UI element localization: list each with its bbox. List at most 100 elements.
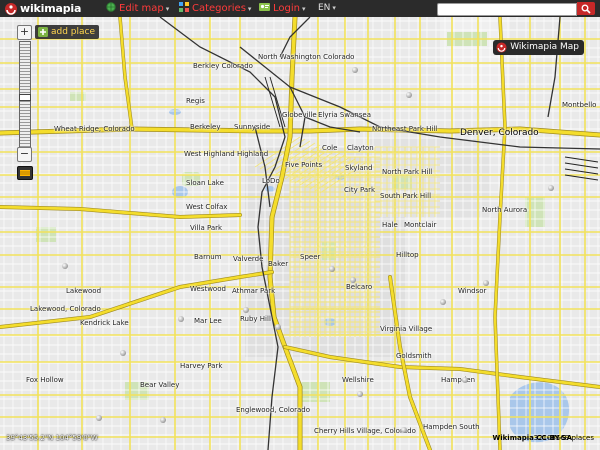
label-englewood[interactable]: Englewood, Colorado <box>236 406 310 414</box>
map-layer-toggle[interactable] <box>17 166 33 180</box>
label-north-aurora[interactable]: North Aurora <box>482 206 527 214</box>
label-valverde[interactable]: Valverde <box>233 255 263 263</box>
label-kendrick-lake[interactable]: Kendrick Lake <box>80 319 129 327</box>
label-westwood[interactable]: Westwood <box>190 285 226 293</box>
label-wheat-ridge[interactable]: Wheat Ridge, Colorado <box>54 125 135 133</box>
add-place-button[interactable]: add place <box>35 25 100 39</box>
label-clayton[interactable]: Clayton <box>347 144 374 152</box>
categories-label: Categories <box>192 3 246 14</box>
zoom-slider-handle[interactable] <box>19 94 31 101</box>
user-icon <box>259 3 270 11</box>
place-marker[interactable] <box>440 299 446 305</box>
label-hilltop[interactable]: Hilltop <box>396 251 419 259</box>
place-marker[interactable] <box>406 92 412 98</box>
logo-text: wikimapia <box>20 2 82 15</box>
map-tiles <box>0 17 600 450</box>
place-marker[interactable] <box>462 377 468 383</box>
place-marker[interactable] <box>352 67 358 73</box>
label-athmar-park[interactable]: Athmar Park <box>232 287 275 295</box>
map-canvas[interactable]: North Washington Colorado Berkley Colorad… <box>0 17 600 450</box>
categories-icon <box>179 2 189 12</box>
label-sunnyside[interactable]: Sunnyside <box>234 123 270 131</box>
label-barnum[interactable]: Barnum <box>194 253 222 261</box>
label-speer[interactable]: Speer <box>300 253 320 261</box>
label-west-highland[interactable]: West Highland <box>184 150 235 158</box>
search-button[interactable] <box>577 2 595 15</box>
place-marker[interactable] <box>275 324 281 330</box>
place-marker[interactable] <box>96 415 102 421</box>
label-cole[interactable]: Cole <box>322 144 337 152</box>
zoom-out-button[interactable]: − <box>17 147 32 162</box>
map-type-label: Wikimapia Map <box>510 42 579 52</box>
language-menu[interactable]: EN ▾ <box>318 0 336 17</box>
edit-map-menu[interactable]: Edit map ▾ <box>106 0 169 17</box>
label-skyland[interactable]: Skyland <box>345 164 373 172</box>
place-marker[interactable] <box>243 307 249 313</box>
label-south-park-hill[interactable]: South Park Hill <box>380 192 431 200</box>
zoom-in-button[interactable]: + <box>17 25 32 40</box>
label-villa-park[interactable]: Villa Park <box>190 224 222 232</box>
label-bear-valley[interactable]: Bear Valley <box>140 381 179 389</box>
place-marker[interactable] <box>329 266 335 272</box>
label-mar-lee[interactable]: Mar Lee <box>194 317 222 325</box>
label-west-colfax[interactable]: West Colfax <box>186 203 227 211</box>
label-northeast-park-hill[interactable]: Northeast Park Hill <box>372 125 437 133</box>
label-wellshire[interactable]: Wellshire <box>342 376 374 384</box>
label-regis[interactable]: Regis <box>186 97 205 105</box>
label-hale[interactable]: Hale <box>382 221 398 229</box>
place-marker[interactable] <box>548 185 554 191</box>
place-marker[interactable] <box>160 417 166 423</box>
label-city-park[interactable]: City Park <box>344 186 375 194</box>
search-icon <box>581 4 591 14</box>
place-marker[interactable] <box>120 350 126 356</box>
place-marker[interactable] <box>178 316 184 322</box>
place-marker[interactable] <box>483 280 489 286</box>
zoom-slider[interactable] <box>19 41 31 157</box>
label-north-park-hill[interactable]: North Park Hill <box>382 168 432 176</box>
label-montclair[interactable]: Montclair <box>404 221 436 229</box>
place-marker[interactable] <box>401 427 407 433</box>
wikimapia-icon <box>496 42 507 53</box>
label-windsor[interactable]: Windsor <box>458 287 486 295</box>
label-elyria-swansea[interactable]: Elyria Swansea <box>318 111 371 119</box>
label-baker[interactable]: Baker <box>268 260 288 268</box>
label-highland[interactable]: Highland <box>237 150 268 158</box>
label-lakewood[interactable]: Lakewood <box>66 287 101 295</box>
label-berkley-colorado[interactable]: Berkley Colorado <box>193 62 253 70</box>
add-place-icon <box>38 27 48 37</box>
label-belcaro[interactable]: Belcaro <box>346 283 372 291</box>
label-goldsmith[interactable]: Goldsmith <box>396 352 432 360</box>
map-type-button[interactable]: Wikimapia Map <box>493 40 584 55</box>
label-ruby-hill[interactable]: Ruby Hill <box>240 315 271 323</box>
add-place-label: add place <box>51 27 96 37</box>
label-berkeley[interactable]: Berkeley <box>190 123 221 131</box>
label-hampden[interactable]: Hampden <box>441 376 475 384</box>
chevron-down-icon: ▾ <box>247 5 252 13</box>
chevron-down-icon: ▾ <box>301 5 306 13</box>
login-menu[interactable]: Login ▾ <box>259 0 306 17</box>
place-marker[interactable] <box>62 263 68 269</box>
place-marker[interactable] <box>357 391 363 397</box>
label-north-washington[interactable]: North Washington Colorado <box>258 53 354 61</box>
label-denver[interactable]: Denver, Colorado <box>460 128 539 138</box>
label-globeville[interactable]: Globeville <box>282 111 317 119</box>
label-virginia-village[interactable]: Virginia Village <box>380 325 432 333</box>
label-fox-hollow[interactable]: Fox Hollow <box>26 376 64 384</box>
label-sloan-lake[interactable]: Sloan Lake <box>186 179 224 187</box>
label-harvey-park[interactable]: Harvey Park <box>180 362 222 370</box>
search-input[interactable] <box>437 3 577 16</box>
place-marker[interactable] <box>350 277 356 283</box>
layers-icon <box>20 170 30 176</box>
label-five-points[interactable]: Five Points <box>285 161 322 169</box>
cursor-coordinates: 39°43'55.2"N 104°59'0"W <box>6 434 98 442</box>
label-lodo[interactable]: LoDo <box>262 177 280 185</box>
label-lakewood-colorado[interactable]: Lakewood, Colorado <box>30 305 101 313</box>
label-hampden-south[interactable]: Hampden South <box>423 423 480 431</box>
label-montbello[interactable]: Montbello <box>562 101 596 109</box>
wikimapia-logo[interactable]: wikimapia <box>4 0 81 17</box>
chevron-down-icon: ▾ <box>165 5 170 13</box>
edit-map-label: Edit map <box>119 3 164 14</box>
chevron-down-icon: ▾ <box>332 4 336 12</box>
logo-icon <box>5 3 17 15</box>
categories-menu[interactable]: Categories ▾ <box>179 0 251 17</box>
